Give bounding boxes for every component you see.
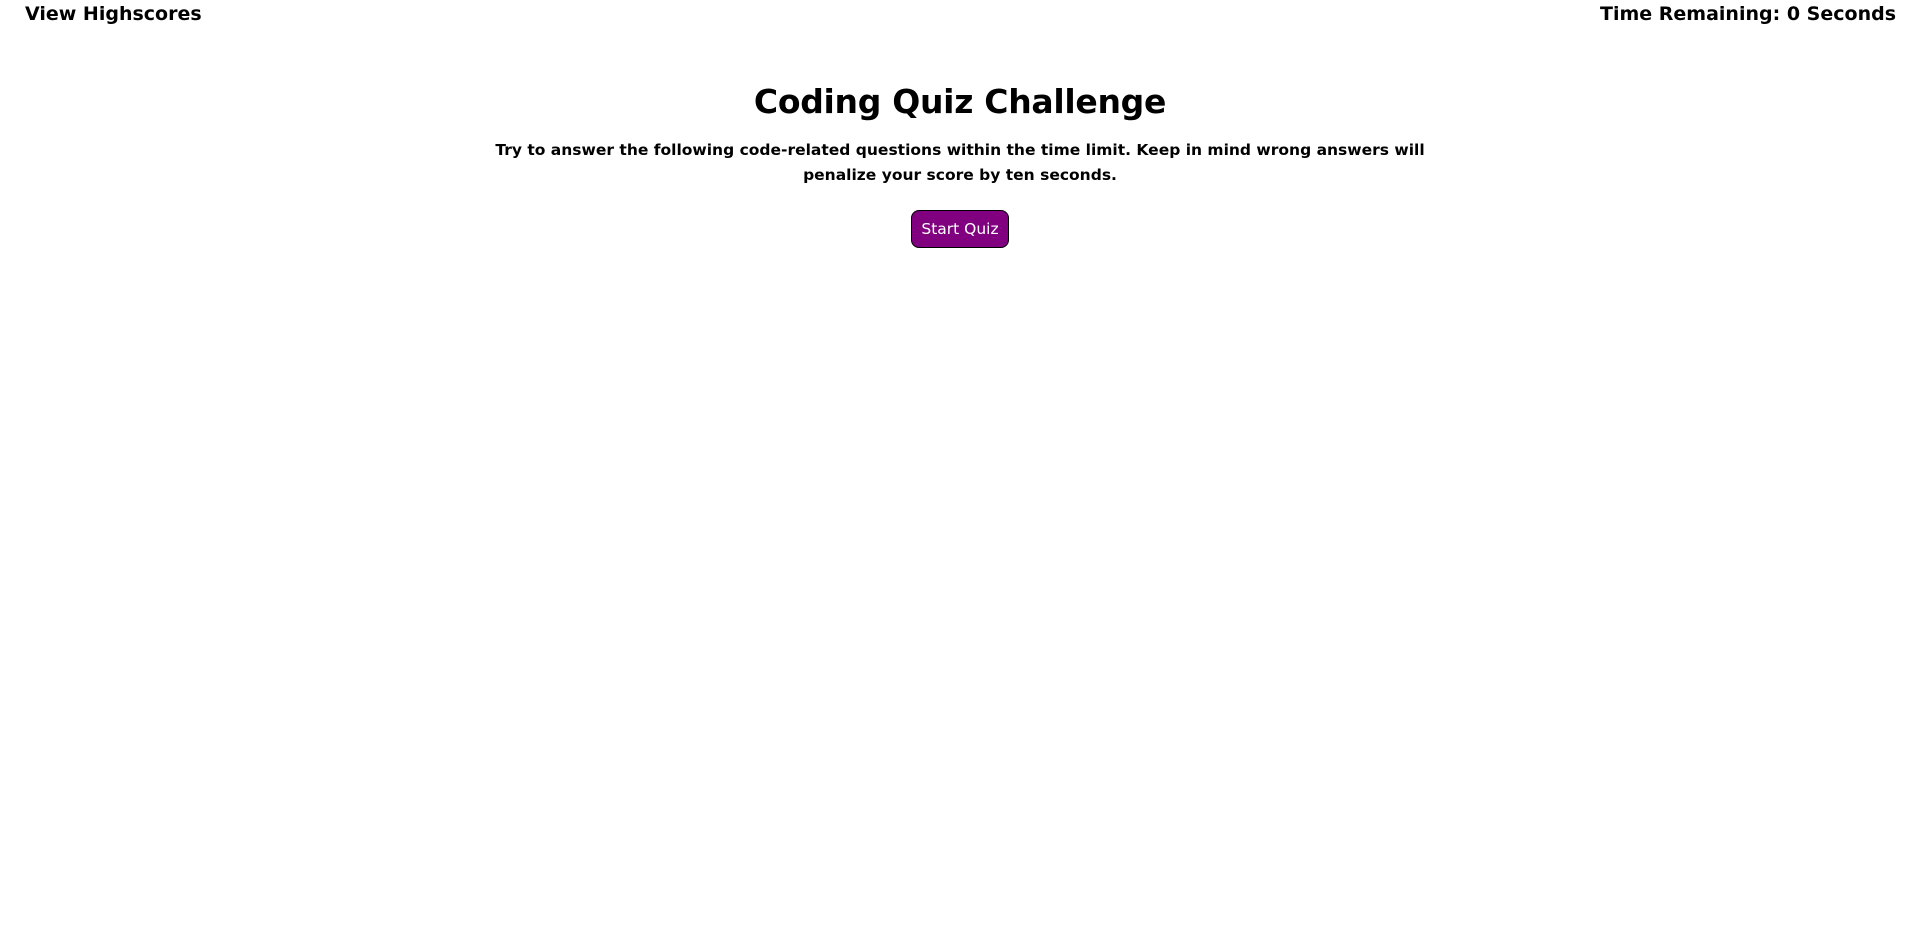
quiz-intro-section: Coding Quiz Challenge Try to answer the … <box>0 80 1920 248</box>
top-bar: View Highscores Time Remaining: 0 Second… <box>0 0 1920 30</box>
page-title: Coding Quiz Challenge <box>753 82 1167 121</box>
view-highscores-link[interactable]: View Highscores <box>25 3 202 25</box>
start-quiz-button[interactable]: Start Quiz <box>911 210 1009 248</box>
quiz-instructions: Try to answer the following code-related… <box>495 141 1425 184</box>
time-remaining: Time Remaining: 0 Seconds <box>1600 3 1896 25</box>
quiz-page: View Highscores Time Remaining: 0 Second… <box>0 0 1920 929</box>
timer-prefix: Time Remaining: <box>1600 3 1787 25</box>
timer-suffix: Seconds <box>1800 3 1896 25</box>
timer-value: 0 <box>1786 3 1801 25</box>
